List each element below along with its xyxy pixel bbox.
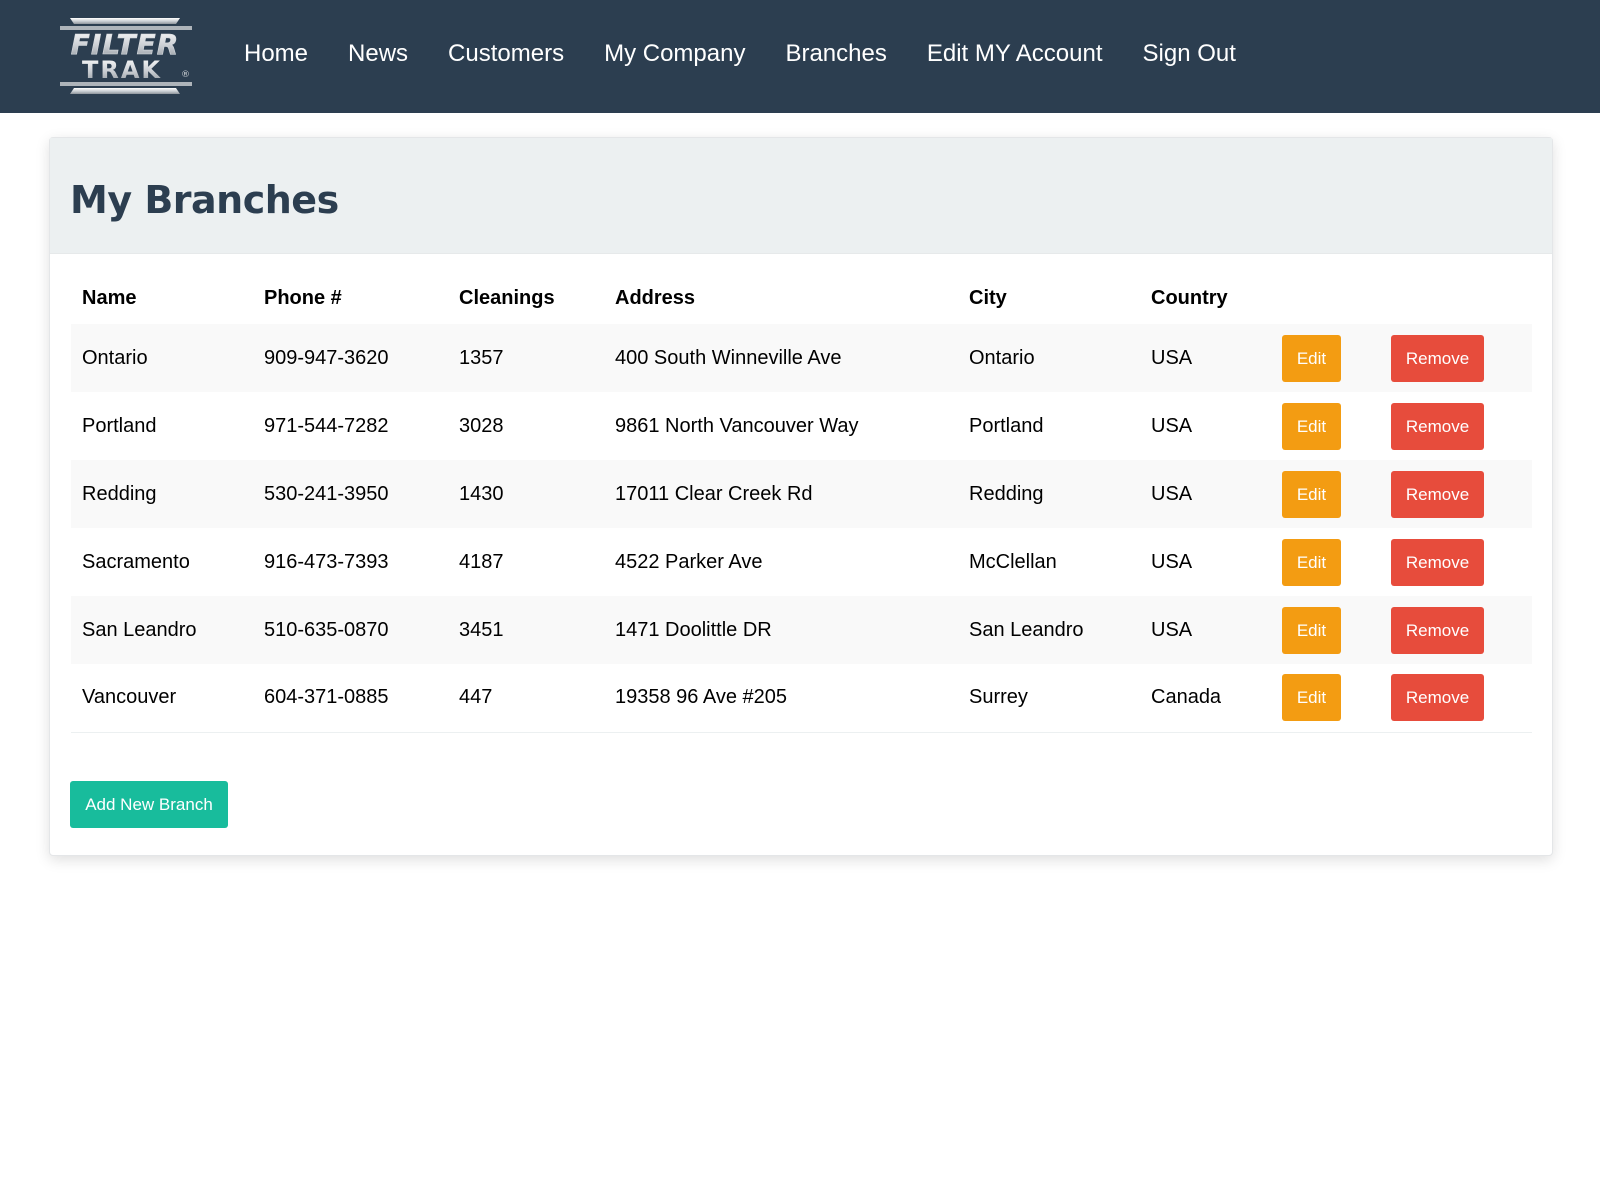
- edit-button[interactable]: Edit: [1282, 674, 1341, 722]
- branches-table: Name Phone # Cleanings Address City Coun…: [71, 273, 1532, 733]
- column-header-edit: [1271, 273, 1380, 324]
- cell-country: USA: [1140, 596, 1271, 664]
- nav-sign-out[interactable]: Sign Out: [1143, 40, 1236, 68]
- cell-edit: Edit: [1271, 664, 1380, 733]
- nav-branches[interactable]: Branches: [785, 40, 886, 68]
- cell-city: McClellan: [969, 550, 1057, 573]
- table-row: Redding 530-241-3950 1430 17011 Clear Cr…: [71, 460, 1532, 528]
- cell-remove: Remove: [1380, 528, 1532, 596]
- nav-edit-account[interactable]: Edit MY Account: [927, 40, 1103, 68]
- cell-address: 4522 Parker Ave: [615, 550, 763, 573]
- cell-phone: 916-473-7393: [264, 550, 389, 573]
- cell-phone: 971-544-7282: [264, 414, 389, 437]
- cell-country: Canada: [1140, 664, 1271, 733]
- column-header-country: Country: [1151, 287, 1228, 309]
- cell-name: Redding: [71, 460, 253, 528]
- cell-city: San Leandro: [958, 596, 1140, 664]
- filtertrak-logo[interactable]: FILTER TRAK ®: [50, 12, 200, 98]
- cell-edit: Edit: [1271, 528, 1380, 596]
- nav-my-company[interactable]: My Company: [604, 40, 745, 68]
- cell-address: 17011 Clear Creek Rd: [604, 460, 958, 528]
- table-row: Vancouver 604-371-0885 447 19358 96 Ave …: [71, 664, 1532, 733]
- svg-text:TRAK: TRAK: [82, 56, 162, 84]
- cell-cleanings: 3028: [459, 414, 504, 437]
- cell-phone: 604-371-0885: [253, 664, 448, 733]
- cell-remove: Remove: [1380, 392, 1532, 460]
- cell-name: Ontario: [71, 324, 253, 392]
- cell-name: Portland: [82, 414, 157, 437]
- table-body: Ontario 909-947-3620 1357 400 South Winn…: [71, 324, 1532, 733]
- column-header-city: City: [969, 287, 1007, 309]
- column-header-phone: Phone #: [264, 287, 342, 309]
- cell-address: 19358 96 Ave #205: [604, 664, 958, 733]
- branches-panel: My Branches Name Phone # Cleanings Addre…: [49, 137, 1553, 856]
- column-header-address: Address: [615, 287, 696, 309]
- cell-address: 400 South Winneville Ave: [604, 324, 958, 392]
- table-row: San Leandro 510-635-0870 3451 1471 Dooli…: [71, 596, 1532, 664]
- cell-edit: Edit: [1271, 324, 1380, 392]
- cell-edit: Edit: [1271, 596, 1380, 664]
- cell-edit: Edit: [1271, 460, 1380, 528]
- edit-button[interactable]: Edit: [1282, 402, 1341, 450]
- cell-remove: Remove: [1380, 596, 1532, 664]
- remove-button[interactable]: Remove: [1391, 538, 1484, 586]
- main-nav: Home News Customers My Company Branches …: [244, 0, 1276, 107]
- remove-button[interactable]: Remove: [1391, 334, 1484, 382]
- cell-name: San Leandro: [71, 596, 253, 664]
- cell-edit: Edit: [1271, 392, 1380, 460]
- cell-address: 1471 Doolittle DR: [604, 596, 958, 664]
- cell-remove: Remove: [1380, 460, 1532, 528]
- table-row: Portland 971-544-7282 3028 9861 North Va…: [71, 392, 1532, 460]
- edit-button[interactable]: Edit: [1282, 538, 1341, 586]
- cell-phone: 530-241-3950: [253, 460, 448, 528]
- panel-heading: My Branches: [50, 138, 1552, 254]
- edit-button[interactable]: Edit: [1282, 606, 1341, 654]
- cell-name: Sacramento: [82, 550, 190, 573]
- cell-address: 9861 North Vancouver Way: [615, 414, 859, 437]
- cell-city: Portland: [969, 414, 1044, 437]
- cell-phone: 909-947-3620: [253, 324, 448, 392]
- table-row: Sacramento 916-473-7393 4187 4522 Parker…: [71, 528, 1532, 596]
- cell-country: USA: [1140, 324, 1271, 392]
- cell-country: USA: [1151, 414, 1193, 437]
- table-row: Ontario 909-947-3620 1357 400 South Winn…: [71, 324, 1532, 392]
- cell-cleanings: 3451: [448, 596, 604, 664]
- nav-home[interactable]: Home: [244, 40, 308, 68]
- remove-button[interactable]: Remove: [1391, 606, 1484, 654]
- cell-cleanings: 4187: [459, 550, 504, 573]
- logo-graphic: FILTER TRAK ®: [60, 18, 192, 94]
- cell-city: Redding: [958, 460, 1140, 528]
- remove-button[interactable]: Remove: [1391, 470, 1484, 518]
- page-title: My Branches: [70, 178, 339, 222]
- top-navbar: FILTER TRAK ® Home News Customers My Com…: [0, 0, 1600, 113]
- cell-cleanings: 1430: [448, 460, 604, 528]
- cell-city: Surrey: [958, 664, 1140, 733]
- add-new-branch-button[interactable]: Add New Branch: [70, 781, 228, 828]
- table-header: Name Phone # Cleanings Address City Coun…: [71, 273, 1532, 324]
- column-header-remove: [1380, 273, 1532, 324]
- remove-button[interactable]: Remove: [1391, 674, 1484, 722]
- cell-cleanings: 1357: [448, 324, 604, 392]
- cell-country: USA: [1151, 550, 1193, 573]
- nav-news[interactable]: News: [348, 40, 408, 68]
- remove-button[interactable]: Remove: [1391, 402, 1484, 450]
- column-header-cleanings: Cleanings: [459, 287, 555, 309]
- column-header-name: Name: [82, 287, 137, 309]
- edit-button[interactable]: Edit: [1282, 470, 1341, 518]
- nav-customers[interactable]: Customers: [448, 40, 564, 68]
- cell-city: Ontario: [958, 324, 1140, 392]
- cell-remove: Remove: [1380, 664, 1532, 733]
- cell-remove: Remove: [1380, 324, 1532, 392]
- cell-phone: 510-635-0870: [253, 596, 448, 664]
- svg-text:®: ®: [181, 70, 190, 80]
- cell-country: USA: [1140, 460, 1271, 528]
- edit-button[interactable]: Edit: [1282, 334, 1341, 382]
- cell-name: Vancouver: [71, 664, 253, 733]
- cell-cleanings: 447: [448, 664, 604, 733]
- header-row: Name Phone # Cleanings Address City Coun…: [71, 273, 1532, 324]
